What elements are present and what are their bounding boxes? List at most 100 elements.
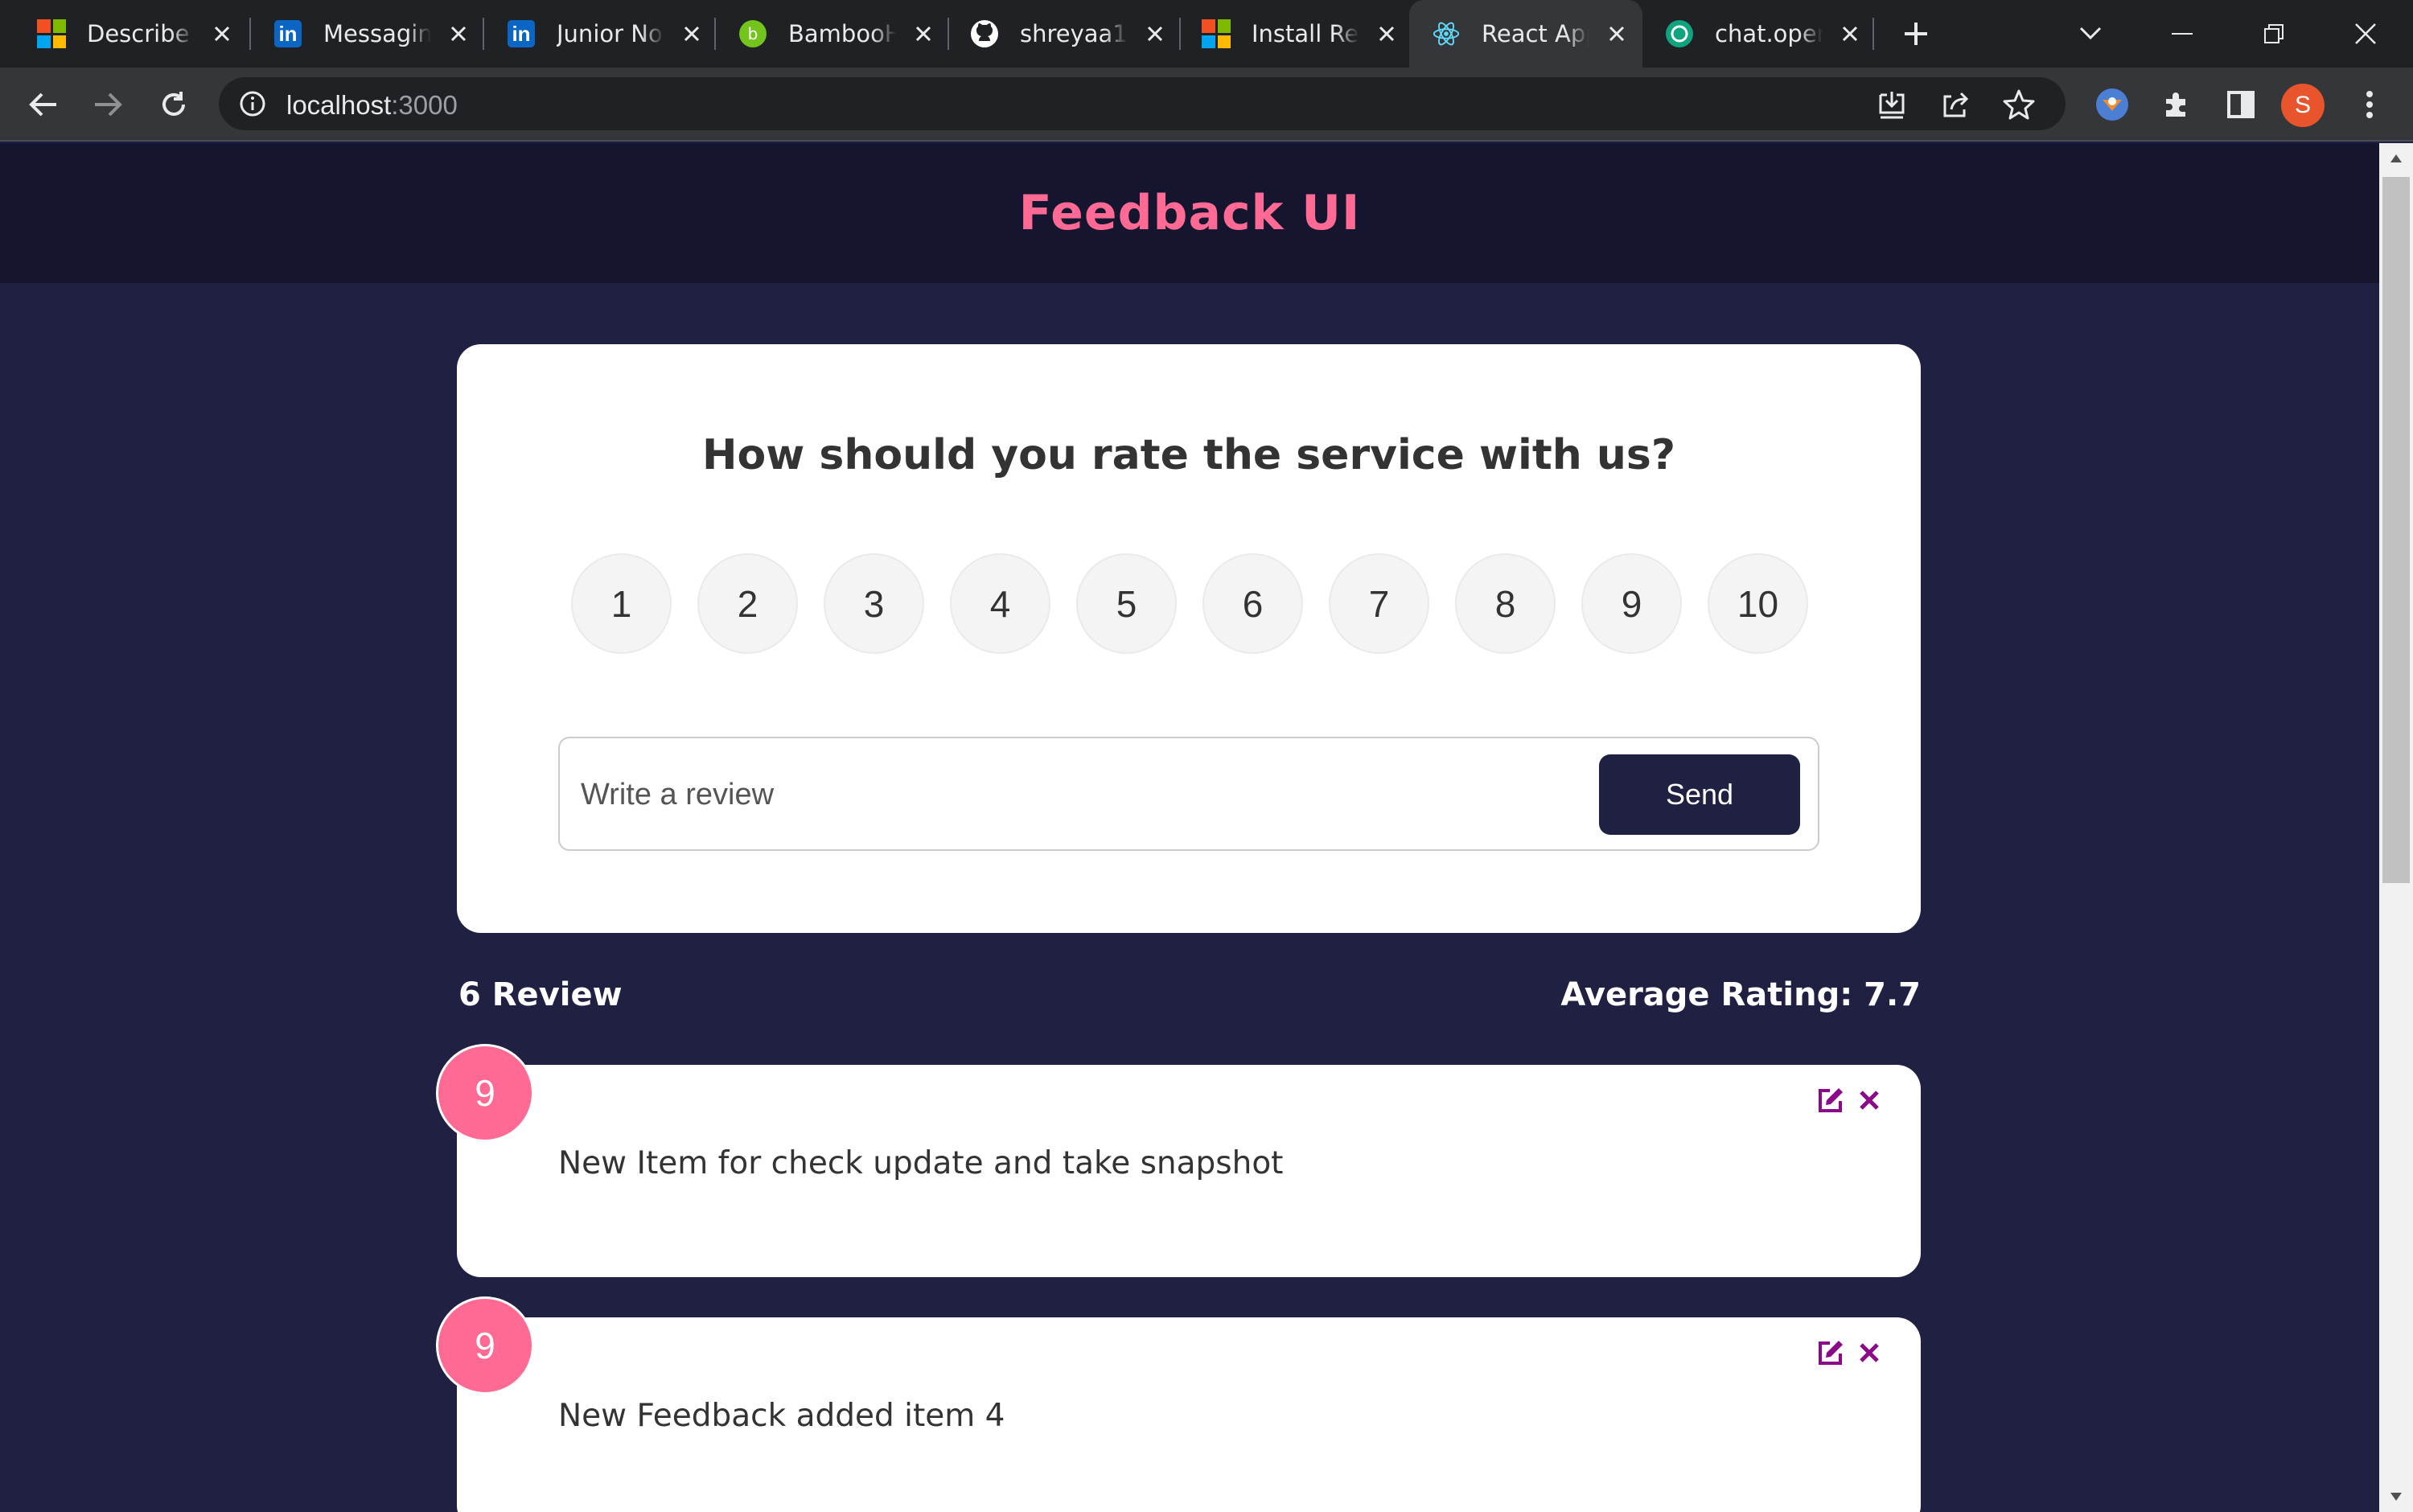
triangle-up-icon	[2390, 154, 2402, 162]
form-heading: How should you rate the service with us?	[702, 431, 1675, 479]
tab-title: shreyaa12	[1020, 20, 1128, 47]
app-title: Feedback UI	[1018, 185, 1361, 241]
tab-bamboohr[interactable]: b BambooH	[738, 0, 939, 68]
rating-select: 1 2 3 4 5 6 7 8 9 10	[571, 553, 1808, 654]
feedback-form-card: How should you rate the service with us?…	[457, 344, 1921, 933]
tab-messaging[interactable]: in Messaging	[273, 0, 475, 68]
restore-button[interactable]	[2230, 0, 2318, 68]
more-vert-icon	[2366, 91, 2373, 118]
rating-option-7[interactable]: 7	[1329, 553, 1429, 654]
install-app-icon[interactable]	[1876, 88, 1908, 124]
tab-describe[interactable]: Describe	[37, 0, 238, 68]
scroll-up-arrow[interactable]	[2379, 143, 2413, 174]
share-icon[interactable]	[1940, 88, 1972, 124]
tab-react-app[interactable]: React App	[1409, 0, 1642, 68]
tab-title: BambooH	[788, 20, 896, 47]
browser-menu-button[interactable]	[2347, 82, 2392, 127]
page-scrollbar[interactable]	[2379, 143, 2413, 1512]
close-window-button[interactable]	[2321, 0, 2410, 68]
reload-icon	[162, 92, 185, 116]
page-viewport: Feedback UI How should you rate the serv…	[0, 143, 2379, 1512]
feedback-text: New Feedback added item 4	[558, 1398, 1005, 1434]
tab-title: Messaging	[323, 20, 431, 47]
tab-search-button[interactable]	[2046, 0, 2135, 68]
tab-junior[interactable]: in Junior No	[507, 0, 708, 68]
extension-button[interactable]	[2090, 82, 2135, 127]
browser-tab-strip: Describe in Messaging in Junior No b Bam…	[0, 0, 2413, 68]
tab-separator	[948, 18, 949, 50]
arrow-left-icon	[29, 92, 56, 117]
edit-icon[interactable]	[1815, 1084, 1847, 1116]
rating-option-6[interactable]: 6	[1202, 553, 1303, 654]
tab-separator	[1179, 18, 1181, 50]
svg-text:b: b	[748, 24, 758, 43]
tab-separator	[249, 18, 251, 50]
close-icon[interactable]	[1139, 18, 1171, 50]
new-tab-button[interactable]	[1893, 11, 1938, 56]
rating-option-10[interactable]: 10	[1708, 553, 1808, 654]
react-icon	[1432, 19, 1461, 48]
send-button[interactable]: Send	[1599, 754, 1800, 835]
close-icon[interactable]	[676, 18, 708, 50]
side-panel-icon	[2227, 91, 2255, 118]
address-bar[interactable]: localhost:3000	[219, 77, 2066, 130]
close-icon[interactable]	[907, 18, 939, 50]
feedback-stats: 6 Review Average Rating: 7.7	[457, 976, 1921, 1025]
close-icon[interactable]	[1853, 1337, 1885, 1369]
average-rating: Average Rating: 7.7	[1560, 976, 1921, 1013]
extensions-menu-button[interactable]	[2154, 82, 2199, 127]
app-header: Feedback UI	[0, 143, 2379, 283]
url-text: localhost:3000	[286, 90, 458, 121]
profile-avatar[interactable]: S	[2281, 84, 2325, 127]
rating-option-1[interactable]: 1	[571, 553, 672, 654]
tab-title: Install Re	[1252, 20, 1359, 47]
linkedin-icon: in	[507, 19, 536, 48]
chevron-down-icon	[2079, 27, 2102, 40]
close-icon[interactable]	[206, 18, 238, 50]
close-icon[interactable]	[1601, 18, 1633, 50]
minimize-button[interactable]	[2138, 0, 2226, 68]
rating-option-3[interactable]: 3	[824, 553, 924, 654]
github-icon	[970, 19, 999, 48]
tab-title: Junior No	[557, 20, 663, 47]
scrollbar-thumb[interactable]	[2382, 177, 2410, 883]
back-button[interactable]	[21, 82, 66, 127]
forward-button[interactable]	[85, 82, 130, 127]
rating-option-2[interactable]: 2	[697, 553, 798, 654]
tab-github[interactable]: shreyaa12	[970, 0, 1171, 68]
microsoft-icon	[1202, 19, 1231, 48]
rating-option-4[interactable]: 4	[950, 553, 1050, 654]
url-host: localhost	[286, 90, 392, 120]
rating-option-5[interactable]: 5	[1076, 553, 1177, 654]
info-icon[interactable]	[240, 91, 265, 120]
arrow-right-icon	[95, 92, 122, 117]
restore-icon	[2264, 24, 2284, 43]
bamboohr-icon: b	[738, 19, 767, 48]
side-panel-button[interactable]	[2218, 82, 2263, 127]
puzzle-icon	[2166, 92, 2185, 117]
extension-icon	[2096, 88, 2128, 121]
close-icon[interactable]	[1834, 18, 1866, 50]
close-icon[interactable]	[1853, 1084, 1885, 1116]
tab-install-react[interactable]: Install Re	[1202, 0, 1403, 68]
tab-title: Describe	[87, 20, 190, 47]
rating-option-8[interactable]: 8	[1455, 553, 1556, 654]
tab-chat-openai[interactable]: chat.open	[1665, 0, 1866, 68]
rating-badge: 9	[436, 1296, 534, 1395]
feedback-item: 9 New Feedback added item 4	[436, 1296, 1921, 1512]
close-icon[interactable]	[442, 18, 475, 50]
reload-button[interactable]	[151, 82, 196, 127]
close-icon[interactable]	[1371, 18, 1403, 50]
tab-separator	[714, 18, 716, 50]
review-input[interactable]	[579, 769, 1544, 820]
rating-option-9[interactable]: 9	[1581, 553, 1682, 654]
tab-title: React App	[1482, 20, 1589, 47]
bookmark-star-icon[interactable]	[2003, 88, 2035, 124]
close-icon	[2355, 23, 2376, 44]
review-input-group: Send	[558, 737, 1819, 851]
rating-badge: 9	[436, 1044, 534, 1142]
linkedin-icon: in	[273, 19, 302, 48]
triangle-down-icon	[2390, 1493, 2402, 1501]
scroll-down-arrow[interactable]	[2379, 1481, 2413, 1512]
edit-icon[interactable]	[1815, 1337, 1847, 1369]
